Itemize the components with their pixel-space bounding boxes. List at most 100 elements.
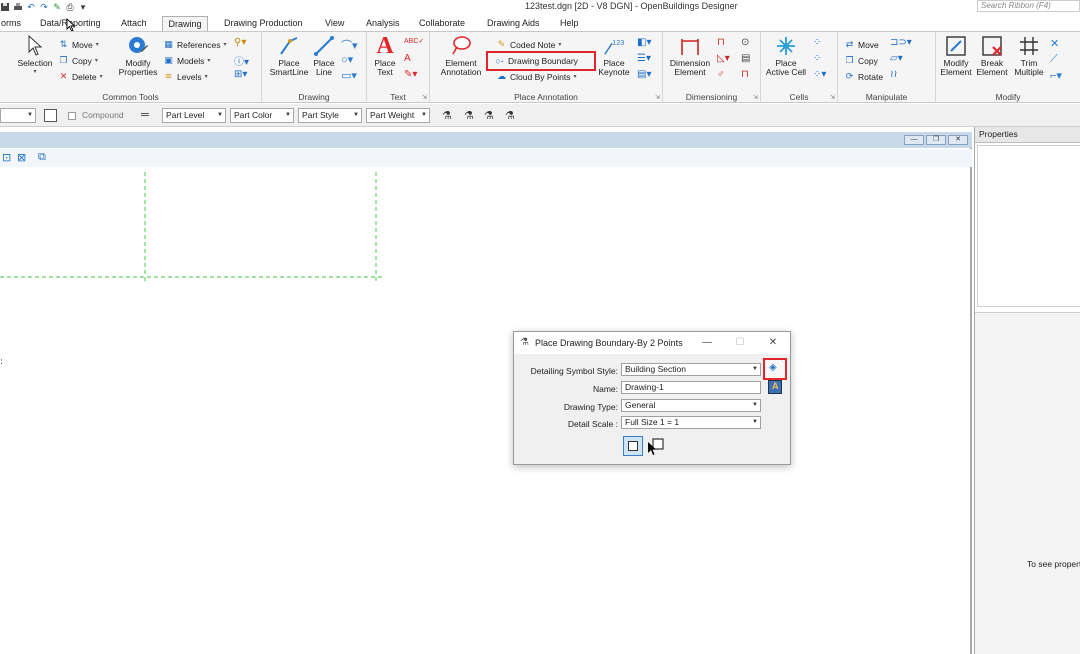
info-icon[interactable]: ⓘ▾	[234, 53, 249, 68]
view-restore-button[interactable]: ❐	[926, 135, 946, 145]
ribbon-search-input[interactable]: Search Ribbon (F4)	[977, 0, 1080, 12]
mirror-icon[interactable]: ▱▾	[890, 53, 903, 64]
cell-library-icon[interactable]: ⁘	[813, 37, 821, 48]
tab-help[interactable]: Help	[557, 16, 582, 32]
dimension-radial-icon[interactable]: ♂	[717, 69, 725, 80]
printer-icon[interactable]: ⎙	[65, 2, 75, 12]
part-level-combo[interactable]: Part Level ▼	[162, 108, 226, 123]
name-text-style-button[interactable]: A	[768, 380, 782, 394]
method-two-points-button[interactable]	[623, 436, 643, 456]
view-minimize-button[interactable]: —	[904, 135, 924, 145]
drawing-boundary-button[interactable]: ○- Drawing Boundary	[486, 51, 596, 71]
name-input[interactable]: Drawing-1	[621, 381, 761, 394]
text-style-icon[interactable]: A	[404, 53, 411, 64]
notes-icon[interactable]: ☰▾	[637, 53, 651, 64]
circle-icon[interactable]: ○▾	[341, 53, 353, 66]
view-display-icon[interactable]: ⧉	[38, 151, 46, 164]
undo-icon[interactable]: ↶	[26, 2, 36, 12]
dimension-angle-icon[interactable]: ◺▾	[717, 53, 730, 64]
place-smartline-button[interactable]: Place SmartLine	[266, 35, 312, 77]
flag-icon[interactable]: ◧▾	[637, 37, 651, 48]
modify-properties-button[interactable]: Modify Properties	[115, 35, 161, 77]
attributes-icon[interactable]: ⊞▾	[234, 69, 247, 80]
selection-button[interactable]: Selection ▾	[14, 35, 56, 77]
symbol-style-select[interactable]: Building Section ▼	[621, 363, 761, 376]
dialog-minimize-button[interactable]: —	[700, 336, 714, 350]
partial-delete-icon[interactable]: ⟋	[1050, 53, 1058, 66]
levels-button[interactable]: ≋ Levels ▾	[163, 70, 208, 83]
move-button[interactable]: ⇅ Move ▾	[58, 38, 99, 51]
cell-replace-icon[interactable]: ⁘▾	[813, 69, 826, 80]
place-active-cell-button[interactable]: Place Active Cell	[763, 35, 809, 77]
dialog-launcher-icon[interactable]: ⇲	[422, 94, 427, 101]
spell-check-icon[interactable]: ABC✓	[404, 37, 424, 45]
rotate-button[interactable]: ⟳ Rotate	[844, 70, 883, 83]
dimension-center-icon[interactable]: ⊙	[741, 37, 749, 48]
print-icon[interactable]	[13, 2, 23, 12]
view-attributes-icon[interactable]: ⊠	[17, 151, 26, 164]
tab-collaborate[interactable]: Collaborate	[416, 16, 468, 32]
part-tool-icon[interactable]: ⚗	[442, 109, 452, 122]
arc-icon[interactable]: ⌒▾	[341, 37, 358, 53]
part-tool-icon[interactable]: ⚗	[505, 109, 515, 122]
part-tool-icon[interactable]: ⚗	[484, 109, 494, 122]
dialog-launcher-icon[interactable]: ⇲	[830, 94, 835, 101]
dialog-close-button[interactable]: ✕	[766, 336, 780, 350]
scale-icon[interactable]: ⊐⊃▾	[890, 37, 912, 48]
coded-note-button[interactable]: ✎ Coded Note ▾	[496, 38, 562, 51]
element-annotation-button[interactable]: Element Annotation	[434, 35, 488, 77]
dimension-element-button[interactable]: Dimension Element	[667, 35, 713, 77]
extend-icon[interactable]: ✕	[1050, 37, 1059, 50]
detail-scale-select[interactable]: Full Size 1 = 1 ▼	[621, 416, 761, 429]
symbol-style-pick-button[interactable]: ◈	[763, 358, 787, 380]
dialog-launcher-icon[interactable]: ⇲	[753, 94, 758, 101]
delete-button[interactable]: ✕ Delete ▾	[58, 70, 103, 83]
rectangle-icon[interactable]: ▭▾	[341, 69, 357, 82]
models-button[interactable]: ▣ Models ▾	[163, 54, 210, 67]
view-rotate-icon[interactable]: ⊡	[2, 151, 11, 164]
method-shape-button[interactable]	[646, 436, 666, 456]
place-line-button[interactable]: Place Line	[310, 35, 338, 77]
tab-attach[interactable]: Attach	[118, 16, 150, 32]
tab-forms[interactable]: orms	[0, 16, 24, 32]
array-icon[interactable]: ≀≀	[890, 69, 898, 80]
line-weight-icon[interactable]: ═	[141, 110, 149, 121]
break-element-button[interactable]: Break Element	[974, 35, 1010, 77]
place-text-button[interactable]: A Place Text	[369, 34, 401, 77]
edit-text-icon[interactable]: ✎▾	[404, 69, 417, 80]
cell-selector-icon[interactable]: ⁘	[813, 53, 821, 64]
part-style-combo[interactable]: Part Style ▼	[298, 108, 362, 123]
drawing-type-select[interactable]: General ▼	[621, 399, 761, 412]
tab-drawing[interactable]: Drawing	[162, 16, 208, 32]
quick-access-customize-icon[interactable]: ▾	[78, 2, 88, 12]
dimension-table-icon[interactable]: ▤	[741, 53, 750, 64]
drawing-canvas[interactable]: :	[0, 168, 972, 654]
manipulate-move-button[interactable]: ⇄ Move	[844, 38, 879, 51]
part-weight-combo[interactable]: Part Weight ▼	[366, 108, 430, 123]
pin-icon[interactable]: ✎	[52, 2, 62, 12]
manipulate-copy-button[interactable]: ❐ Copy	[844, 54, 877, 67]
modify-element-button[interactable]: Modify Element	[938, 35, 974, 77]
redo-icon[interactable]: ↷	[39, 2, 49, 12]
view-close-button[interactable]: ✕	[948, 135, 968, 145]
references-button[interactable]: ▦ References ▾	[163, 38, 226, 51]
key-in-icon[interactable]: ⚲▾	[234, 37, 246, 48]
tab-drawing-aids[interactable]: Drawing Aids	[484, 16, 543, 32]
dialog-launcher-icon[interactable]: ⇲	[655, 94, 660, 101]
cloud-by-points-button[interactable]: ☁ Cloud By Points ▾	[496, 70, 577, 83]
dimension-linear-icon[interactable]: ⊓	[717, 37, 725, 48]
save-icon[interactable]	[0, 2, 10, 12]
dimension-ordinate-icon[interactable]: ⊓	[741, 69, 749, 80]
table-icon[interactable]: ▤▾	[637, 69, 651, 80]
active-level-combo[interactable]: ▼	[0, 108, 36, 123]
part-color-combo[interactable]: Part Color ▼	[230, 108, 294, 123]
part-tool-icon[interactable]: ⚗	[464, 109, 474, 122]
trim-multiple-button[interactable]: Trim Multiple	[1010, 35, 1048, 77]
place-keynote-button[interactable]: 123 Place Keynote	[596, 35, 632, 77]
dialog-maximize-button[interactable]: ☐	[733, 336, 747, 350]
tab-drawing-production[interactable]: Drawing Production	[221, 16, 306, 32]
window-icon[interactable]	[44, 109, 57, 122]
fillet-icon[interactable]: ⌐▾	[1050, 69, 1062, 82]
tab-view[interactable]: View	[322, 16, 347, 32]
tab-analysis[interactable]: Analysis	[363, 16, 403, 32]
